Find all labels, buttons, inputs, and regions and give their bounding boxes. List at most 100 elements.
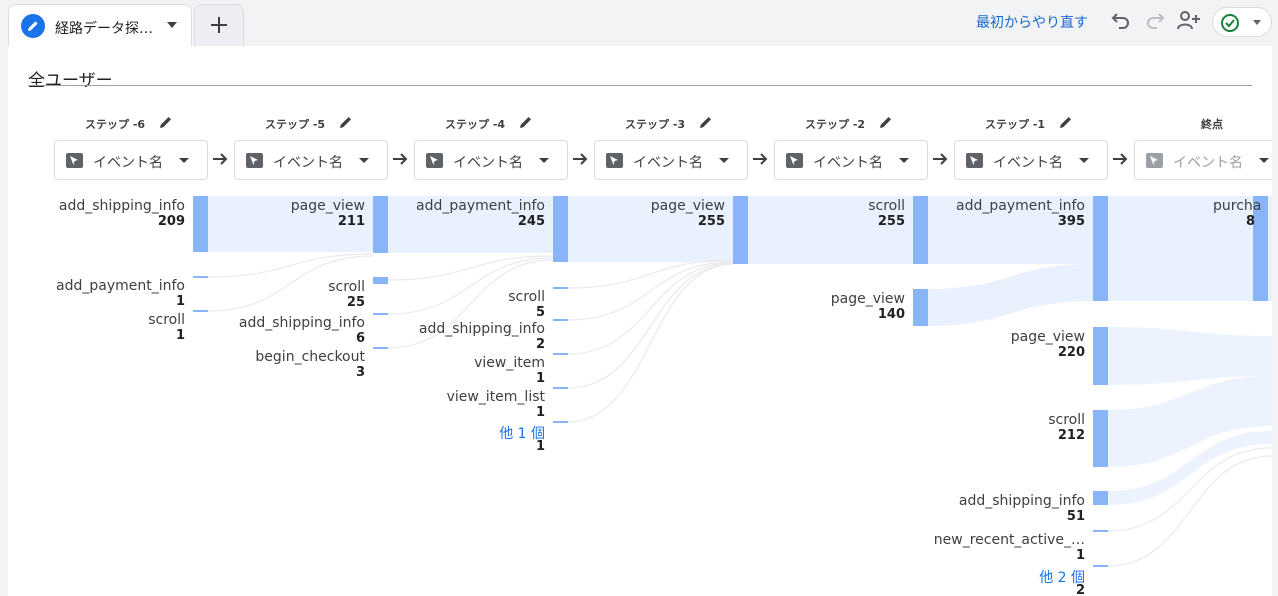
arrow-right-icon	[1113, 153, 1128, 165]
path-node-bar[interactable]	[553, 319, 568, 321]
node-count: 211	[337, 214, 365, 229]
node-count: 8	[1246, 214, 1256, 229]
node-label: add_shipping_info	[238, 315, 365, 331]
redo-icon[interactable]	[1144, 9, 1166, 31]
edit-step-pencil-icon[interactable]	[878, 114, 894, 130]
flow-band	[1108, 327, 1272, 385]
step-label: ステップ -4	[445, 118, 506, 131]
node-count: 5	[535, 305, 545, 320]
node-count: 6	[355, 331, 365, 346]
step-label: ステップ -3	[625, 118, 686, 131]
node-label: add_payment_info	[56, 278, 185, 294]
path-node-bar[interactable]	[373, 196, 388, 253]
node-count: 212	[1057, 428, 1085, 443]
node-label: page_view	[1010, 329, 1085, 345]
node-label: page_view	[290, 198, 365, 214]
cursor-icon	[426, 153, 443, 168]
path-node-bar[interactable]	[1093, 327, 1108, 385]
node-label: add_shipping_info	[958, 493, 1085, 509]
path-node-bar[interactable]	[193, 310, 208, 312]
chevron-down-icon	[539, 158, 549, 163]
node-label: page_view	[650, 198, 725, 214]
dimension-dropdown[interactable]: イベント名	[594, 140, 748, 180]
step-label: ステップ -6	[85, 118, 146, 131]
step-label: ステップ -2	[805, 118, 866, 131]
step-label: ステップ -5	[265, 118, 326, 131]
exploration-canvas: 全ユーザー ステップ -6 イベント名 ステップ -5 イベント名 ステップ -4 イベン…	[8, 46, 1272, 596]
dimension-label: イベント名	[93, 155, 163, 171]
path-node-bar[interactable]	[1093, 491, 1108, 505]
path-node-bar[interactable]	[193, 276, 208, 278]
edit-step-pencil-icon[interactable]	[1058, 114, 1074, 130]
step-label: 終点	[1201, 118, 1223, 131]
node-label: page_view	[830, 291, 905, 307]
dimension-label: イベント名	[813, 155, 883, 171]
chevron-down-icon[interactable]	[167, 22, 177, 28]
undo-icon[interactable]	[1110, 9, 1132, 31]
flow-line	[567, 263, 734, 423]
node-count: 1	[535, 371, 545, 386]
chevron-down-icon	[179, 158, 189, 163]
status-menu[interactable]	[1212, 7, 1272, 37]
node-label: scroll	[1048, 412, 1085, 428]
path-node-bar[interactable]	[373, 277, 388, 284]
node-label: new_recent_active_…	[933, 532, 1085, 548]
path-node-bar[interactable]	[1093, 530, 1108, 532]
dimension-dropdown[interactable]: イベント名	[1134, 140, 1272, 180]
edit-step-pencil-icon[interactable]	[698, 114, 714, 130]
chevron-down-icon	[899, 158, 909, 163]
node-count: 220	[1057, 345, 1085, 360]
node-label: purcha	[1213, 198, 1262, 214]
path-node-bar[interactable]	[1093, 410, 1108, 467]
node-count: 140	[877, 307, 905, 322]
node-count: 245	[517, 214, 545, 229]
path-node-bar[interactable]	[1093, 565, 1108, 567]
dimension-dropdown[interactable]: イベント名	[774, 140, 928, 180]
chevron-down-icon	[1079, 158, 1089, 163]
edit-step-pencil-icon[interactable]	[518, 114, 534, 130]
flow-line	[387, 257, 554, 315]
cursor-icon	[246, 153, 263, 168]
dimension-label: イベント名	[453, 155, 523, 171]
path-node-bar[interactable]	[193, 196, 208, 252]
node-label: add_payment_info	[956, 198, 1085, 214]
path-node-bar[interactable]	[373, 347, 388, 349]
node-count: 395	[1057, 214, 1085, 229]
dimension-dropdown[interactable]: イベント名	[954, 140, 1108, 180]
chevron-down-icon	[359, 158, 369, 163]
restart-button[interactable]: 最初からやり直す	[976, 12, 1088, 32]
node-label: add_shipping_info	[418, 321, 545, 337]
path-node-bar[interactable]	[553, 353, 568, 355]
path-node-bar[interactable]	[733, 196, 748, 264]
dimension-dropdown[interactable]: イベント名	[234, 140, 388, 180]
flow-line	[567, 261, 734, 321]
path-node-bar[interactable]	[553, 387, 568, 389]
edit-step-pencil-icon[interactable]	[338, 114, 354, 130]
arrow-right-icon	[213, 153, 228, 165]
path-node-bar[interactable]	[553, 196, 568, 262]
dimension-label: イベント名	[993, 155, 1063, 171]
flow-line	[567, 263, 734, 389]
dimension-dropdown[interactable]: イベント名	[54, 140, 208, 180]
flow-line	[567, 262, 734, 355]
step-label: ステップ -1	[985, 118, 1046, 131]
exploration-tab[interactable]: 経路データ探…	[8, 4, 192, 46]
node-count: 255	[697, 214, 725, 229]
dimension-label: イベント名	[1173, 155, 1243, 171]
add-person-icon[interactable]	[1176, 9, 1202, 33]
add-tab-button[interactable]	[194, 4, 244, 46]
node-count: 1	[535, 439, 545, 454]
path-node-bar[interactable]	[373, 313, 388, 315]
path-node-bar[interactable]	[1093, 196, 1108, 301]
flow-band	[1108, 376, 1272, 467]
dimension-dropdown[interactable]: イベント名	[414, 140, 568, 180]
path-node-bar[interactable]	[553, 287, 568, 289]
path-node-bar[interactable]	[913, 289, 928, 326]
edit-step-pencil-icon[interactable]	[158, 114, 174, 130]
cursor-icon	[966, 153, 983, 168]
dimension-label: イベント名	[633, 155, 703, 171]
path-node-bar[interactable]	[913, 196, 928, 264]
node-count: 209	[157, 214, 185, 229]
path-node-bar[interactable]	[553, 421, 568, 423]
dimension-label: イベント名	[273, 155, 343, 171]
